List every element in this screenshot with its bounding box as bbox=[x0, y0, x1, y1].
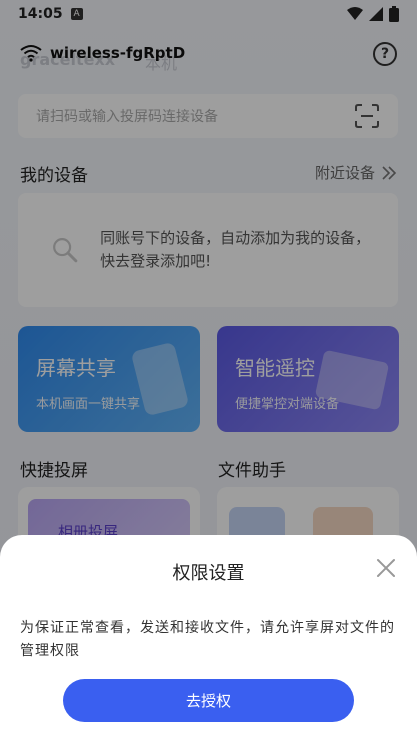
grant-permission-button[interactable]: 去授权 bbox=[63, 679, 354, 722]
grant-permission-label: 去授权 bbox=[185, 692, 231, 710]
dialog-title: 权限设置 bbox=[172, 563, 245, 584]
close-icon[interactable] bbox=[375, 557, 397, 579]
permission-dialog: 权限设置 为保证正常查看，发送和接收文件，请允许享屏对文件的管理权限 去授权 bbox=[0, 535, 417, 741]
dialog-message: 为保证正常查看，发送和接收文件，请允许享屏对文件的管理权限 bbox=[20, 620, 395, 659]
